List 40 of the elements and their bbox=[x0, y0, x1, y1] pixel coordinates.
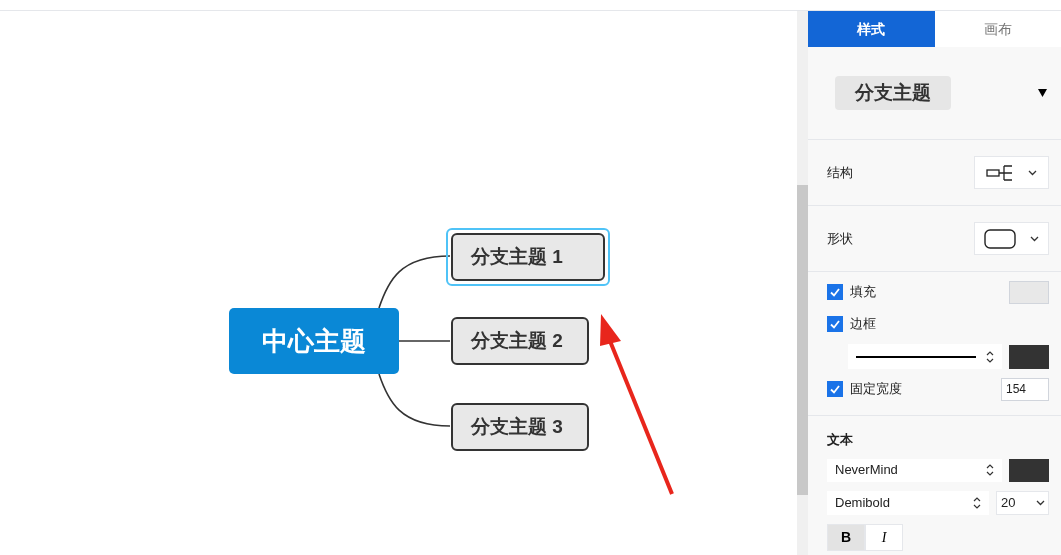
central-topic[interactable]: 中心主题 bbox=[229, 308, 399, 374]
scrollbar[interactable] bbox=[797, 11, 808, 555]
checkbox[interactable] bbox=[827, 284, 843, 300]
dropdown[interactable] bbox=[974, 156, 1049, 189]
font-size-select[interactable]: 20 bbox=[996, 490, 1049, 515]
option-label: 边框 bbox=[850, 315, 876, 334]
panel-tab[interactable]: 样式 bbox=[808, 11, 935, 47]
format-button[interactable]: I bbox=[865, 523, 903, 551]
checkbox[interactable] bbox=[827, 316, 843, 332]
checkbox[interactable] bbox=[827, 381, 843, 397]
topic-style-preview[interactable]: 分支主题 bbox=[835, 75, 951, 111]
option-label: 填充 bbox=[850, 283, 876, 302]
branch-topic[interactable]: 分支主题 3 bbox=[451, 403, 589, 451]
up-down-chevron-icon bbox=[986, 463, 994, 477]
field-label: 形状 bbox=[827, 229, 853, 248]
branch-topic[interactable]: 分支主题 1 bbox=[451, 233, 605, 281]
text-color-swatch[interactable] bbox=[1009, 458, 1049, 482]
font-select[interactable]: NeverMind bbox=[827, 458, 1002, 482]
branch-topic[interactable]: 分支主题 2 bbox=[451, 317, 589, 365]
structure-icon bbox=[986, 163, 1014, 182]
up-down-chevron-icon bbox=[986, 349, 994, 364]
format-button[interactable]: B bbox=[827, 523, 865, 551]
line-style-select[interactable] bbox=[848, 344, 1002, 369]
chevron-down-icon bbox=[1028, 169, 1037, 176]
font-weight-select[interactable]: Demibold bbox=[827, 490, 989, 515]
panel-tab[interactable]: 画布 bbox=[934, 11, 1061, 47]
connector-line bbox=[398, 340, 451, 342]
rounded-rectangle-icon bbox=[984, 228, 1016, 249]
field-label: 结构 bbox=[827, 163, 853, 182]
chevron-down-icon bbox=[1030, 235, 1039, 242]
scrollbar-thumb[interactable] bbox=[797, 185, 808, 495]
up-down-chevron-icon bbox=[973, 495, 981, 510]
border-color-swatch[interactable] bbox=[1009, 344, 1049, 369]
section-heading: 文本 bbox=[827, 431, 854, 449]
chevron-down-icon bbox=[1036, 499, 1045, 506]
dropdown[interactable] bbox=[974, 222, 1049, 255]
width-input[interactable]: 154 bbox=[1001, 377, 1049, 401]
fill-color-swatch[interactable] bbox=[1009, 280, 1049, 304]
dropdown-triangle-icon[interactable] bbox=[1038, 89, 1047, 97]
option-label: 固定宽度 bbox=[850, 380, 902, 399]
